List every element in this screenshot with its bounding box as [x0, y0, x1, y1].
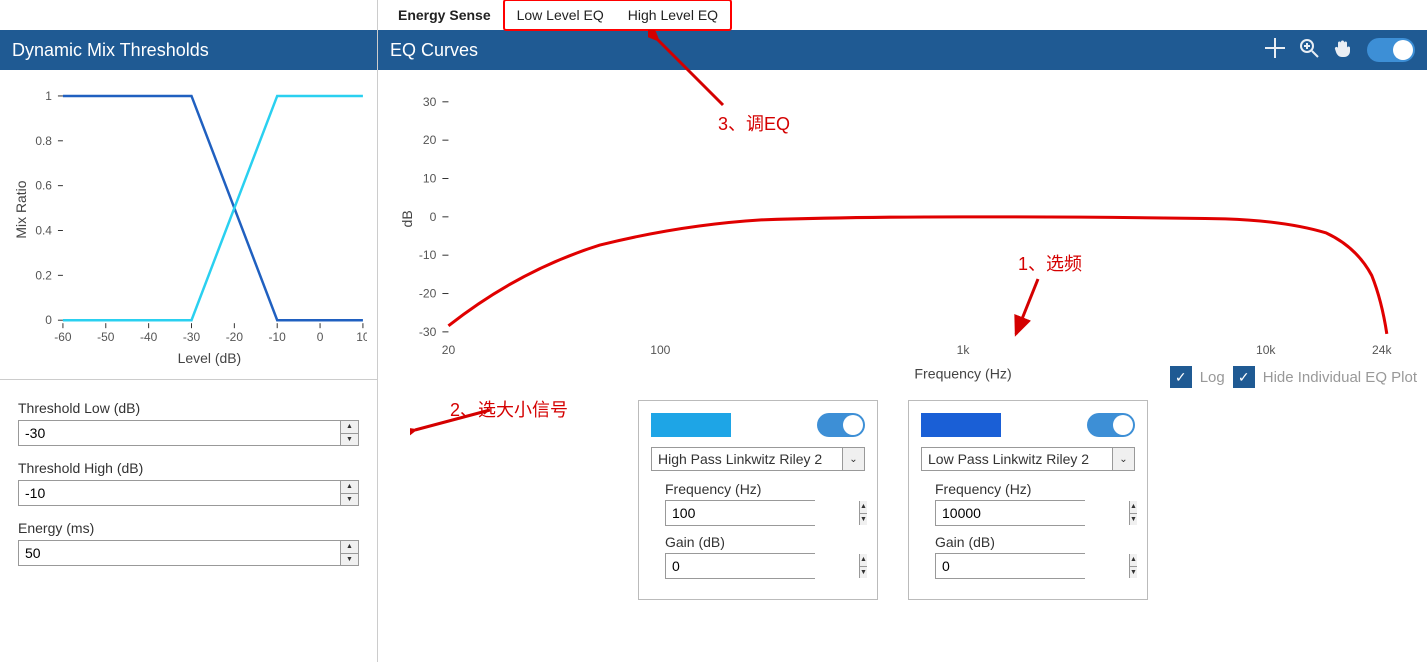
eq-curves-header: EQ Curves [378, 30, 1427, 70]
filter1-freq-label: Frequency (Hz) [665, 481, 851, 497]
spin-up-icon[interactable]: ▲ [860, 554, 867, 567]
hide-plots-label: Hide Individual EQ Plot [1263, 369, 1417, 386]
svg-text:0.8: 0.8 [35, 134, 52, 148]
filter1-type-value: High Pass Linkwitz Riley 2 [652, 448, 842, 470]
filter1-type-select[interactable]: High Pass Linkwitz Riley 2 ⌄ [651, 447, 865, 471]
dynamic-mix-title: Dynamic Mix Thresholds [12, 40, 209, 61]
svg-text:-30: -30 [183, 330, 201, 344]
tabs-row: Energy Sense Low Level EQ High Level EQ [378, 0, 1427, 30]
threshold-low-input[interactable]: ▲ ▼ [18, 420, 359, 446]
mix-chart-xlabel: Level (dB) [178, 350, 242, 366]
svg-text:20: 20 [423, 133, 437, 147]
spin-up-icon[interactable]: ▲ [860, 501, 867, 514]
filter1-color-swatch[interactable] [651, 413, 731, 437]
svg-text:-10: -10 [269, 330, 287, 344]
zoom-in-icon[interactable] [1299, 38, 1319, 63]
svg-text:1: 1 [45, 89, 52, 103]
filter2-type-value: Low Pass Linkwitz Riley 2 [922, 448, 1112, 470]
left-panel: Dynamic Mix Thresholds 1 0.8 0.6 0.4 0.2… [0, 0, 378, 662]
svg-text:-10: -10 [419, 248, 437, 262]
svg-text:-20: -20 [226, 330, 244, 344]
chevron-down-icon[interactable]: ⌄ [1112, 448, 1134, 470]
svg-text:20: 20 [442, 343, 456, 357]
filter2-freq-label: Frequency (Hz) [935, 481, 1121, 497]
spin-down-icon[interactable]: ▼ [341, 554, 358, 566]
filter-box-lowpass: Low Pass Linkwitz Riley 2 ⌄ Frequency (H… [908, 400, 1148, 600]
filter1-freq-input[interactable]: ▲ ▼ [665, 500, 815, 526]
filter2-color-swatch[interactable] [921, 413, 1001, 437]
svg-text:-20: -20 [419, 287, 437, 301]
threshold-high-input[interactable]: ▲ ▼ [18, 480, 359, 506]
mix-threshold-chart: 1 0.8 0.6 0.4 0.2 0 -60 -50 -40 [0, 70, 377, 380]
filter-box-highpass: High Pass Linkwitz Riley 2 ⌄ Frequency (… [638, 400, 878, 600]
chevron-down-icon[interactable]: ⌄ [842, 448, 864, 470]
spin-down-icon[interactable]: ▼ [860, 514, 867, 526]
eq-enable-toggle[interactable] [1367, 38, 1415, 62]
svg-text:0: 0 [45, 313, 52, 327]
energy-input[interactable]: ▲ ▼ [18, 540, 359, 566]
svg-text:-50: -50 [97, 330, 115, 344]
filter2-type-select[interactable]: Low Pass Linkwitz Riley 2 ⌄ [921, 447, 1135, 471]
svg-text:0.2: 0.2 [35, 268, 52, 282]
spin-up-icon[interactable]: ▲ [341, 541, 358, 554]
log-label: Log [1200, 369, 1225, 386]
svg-text:10: 10 [423, 172, 437, 186]
svg-text:-30: -30 [419, 325, 437, 339]
spin-down-icon[interactable]: ▼ [341, 434, 358, 446]
filter1-gain-input[interactable]: ▲ ▼ [665, 553, 815, 579]
svg-text:0: 0 [430, 210, 437, 224]
svg-text:-40: -40 [140, 330, 158, 344]
filter2-gain-label: Gain (dB) [935, 534, 1121, 550]
svg-text:30: 30 [423, 95, 437, 109]
right-panel: Energy Sense Low Level EQ High Level EQ … [378, 0, 1427, 662]
spin-up-icon[interactable]: ▲ [1130, 554, 1137, 567]
hide-plots-checkbox[interactable]: ✓ [1233, 366, 1255, 388]
filter-boxes: High Pass Linkwitz Riley 2 ⌄ Frequency (… [378, 390, 1427, 600]
spin-down-icon[interactable]: ▼ [1130, 514, 1137, 526]
filter2-toggle[interactable] [1087, 413, 1135, 437]
svg-text:24k: 24k [1372, 343, 1392, 357]
svg-text:-60: -60 [54, 330, 72, 344]
threshold-high-label: Threshold High (dB) [18, 460, 359, 476]
dynamic-mix-header: Dynamic Mix Thresholds [0, 30, 377, 70]
svg-text:1k: 1k [957, 343, 971, 357]
energy-label: Energy (ms) [18, 520, 359, 536]
tab-energy-sense[interactable]: Energy Sense [386, 3, 503, 27]
filter2-gain-input[interactable]: ▲ ▼ [935, 553, 1085, 579]
log-checkbox[interactable]: ✓ [1170, 366, 1192, 388]
svg-text:0.4: 0.4 [35, 223, 52, 237]
svg-text:10k: 10k [1256, 343, 1276, 357]
svg-text:100: 100 [650, 343, 670, 357]
threshold-low-label: Threshold Low (dB) [18, 400, 359, 416]
spin-up-icon[interactable]: ▲ [341, 421, 358, 434]
svg-text:dB: dB [399, 210, 415, 227]
crosshair-icon[interactable] [1265, 38, 1285, 63]
pan-hand-icon[interactable] [1333, 38, 1353, 63]
eq-curves-title: EQ Curves [390, 40, 478, 61]
spin-down-icon[interactable]: ▼ [1130, 567, 1137, 579]
spin-up-icon[interactable]: ▲ [1130, 501, 1137, 514]
tab-low-level-eq[interactable]: Low Level EQ [505, 3, 616, 27]
spin-up-icon[interactable]: ▲ [341, 481, 358, 494]
mix-chart-ylabel: Mix Ratio [13, 180, 29, 238]
svg-text:10: 10 [356, 330, 367, 344]
eq-curve-chart[interactable]: 30 20 10 0 -10 -20 -30 20 100 [378, 70, 1427, 390]
threshold-form: Threshold Low (dB) ▲ ▼ Threshold High (d… [0, 380, 377, 600]
svg-text:Frequency (Hz): Frequency (Hz) [914, 365, 1011, 381]
filter1-toggle[interactable] [817, 413, 865, 437]
spin-down-icon[interactable]: ▼ [341, 494, 358, 506]
eq-tabs-highlight: Low Level EQ High Level EQ [503, 0, 732, 31]
svg-text:0.6: 0.6 [35, 179, 52, 193]
tab-high-level-eq[interactable]: High Level EQ [616, 3, 730, 27]
svg-text:0: 0 [317, 330, 324, 344]
filter2-freq-input[interactable]: ▲ ▼ [935, 500, 1085, 526]
spin-down-icon[interactable]: ▼ [860, 567, 867, 579]
filter1-gain-label: Gain (dB) [665, 534, 851, 550]
